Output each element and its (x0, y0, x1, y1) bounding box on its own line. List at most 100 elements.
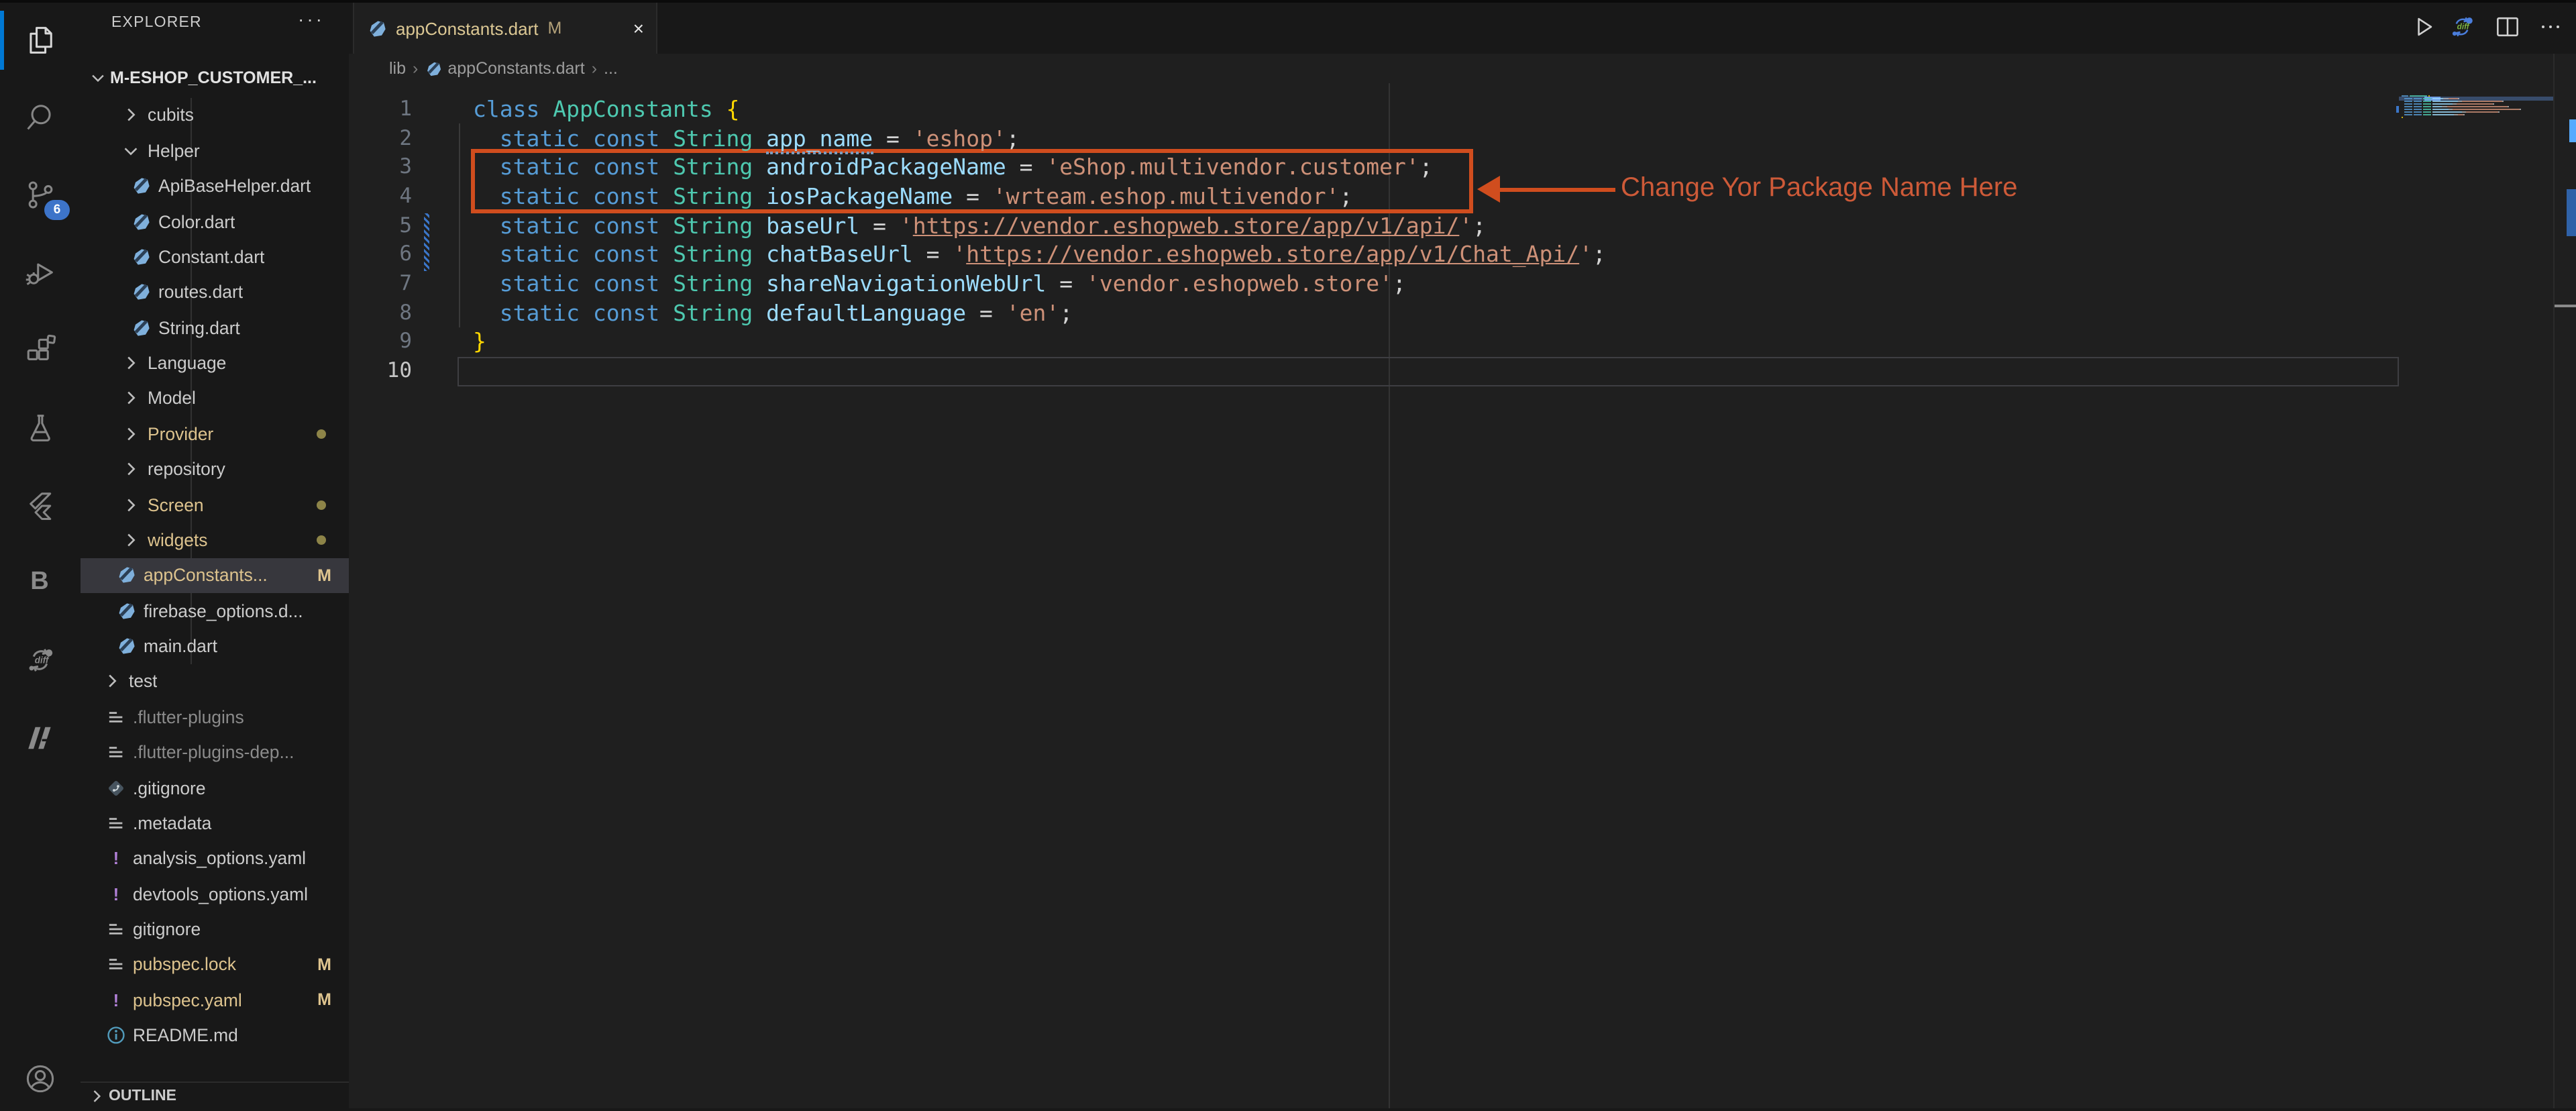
tree-file-gitignore[interactable]: gitignore (80, 912, 349, 947)
listfile-file-icon (106, 813, 126, 833)
tree-folder-model[interactable]: Model (80, 381, 349, 417)
project-marker-icon[interactable] (0, 706, 79, 770)
listfile-file-icon (106, 742, 126, 762)
line-number-8: 8 (349, 299, 412, 327)
tree-file-analysis-options-yaml[interactable]: !analysis_options.yaml (80, 841, 349, 876)
tree-folder-widgets[interactable]: widgets (80, 522, 349, 558)
tree-file-color-dart[interactable]: Color.dart (80, 204, 349, 240)
run-debug-icon[interactable] (0, 240, 79, 305)
code-line-9[interactable]: } (473, 328, 486, 357)
tree-file-constant-dart[interactable]: Constant.dart (80, 240, 349, 275)
chevron-down-icon (89, 68, 107, 87)
dart-file-icon (131, 247, 152, 267)
project-root-row[interactable]: M-ESHOP_CUSTOMER_... (80, 62, 349, 94)
tree-item-label: .gitignore (133, 778, 206, 798)
overview-selection-marker (2569, 119, 2576, 142)
git-modified-badge: M (317, 566, 331, 585)
bloc-icon[interactable]: B (0, 550, 79, 615)
code-line-3[interactable]: static const String androidPackageName =… (473, 153, 1433, 182)
code-line-4[interactable]: static const String iosPackageName = 'wr… (473, 182, 1352, 211)
more-actions-button[interactable] (2533, 9, 2568, 44)
code-line-1[interactable]: class AppConstants { (473, 95, 739, 124)
accounts-icon[interactable] (0, 1047, 79, 1111)
tree-item-label: Language (148, 353, 226, 373)
tree-folder-screen[interactable]: Screen (80, 487, 349, 523)
breadcrumb-folder[interactable]: lib (389, 59, 406, 78)
tab-appconstants[interactable]: appConstants.dart M × (353, 0, 657, 54)
tree-item-label: cubits (148, 105, 194, 125)
tree-item-label: test (129, 672, 158, 692)
tree-file-devtools-options-yaml[interactable]: ! devtools_options.yaml (80, 876, 349, 912)
close-icon[interactable]: × (633, 19, 644, 38)
search-icon[interactable] (0, 85, 79, 149)
tree-file-apibasehelper-dart[interactable]: ApiBaseHelper.dart (80, 168, 349, 204)
git-modified-dot (317, 500, 326, 509)
tree-item-label: .flutter-plugins (133, 707, 244, 727)
line-number-10: 10 (349, 357, 412, 386)
split-editor-button[interactable] (2490, 9, 2525, 44)
partial-diff-icon[interactable]: diff (0, 628, 79, 692)
tree-item-label: Provider (148, 424, 213, 444)
tree-folder-helper[interactable]: Helper (80, 133, 349, 168)
git-modified-dot (317, 429, 326, 439)
chevron-right-icon (121, 459, 141, 479)
chevron-right-icon (121, 530, 141, 550)
run-button[interactable] (2406, 9, 2440, 44)
tree-item-label: Helper (148, 141, 200, 161)
breadcrumb-symbol[interactable]: ... (604, 59, 618, 78)
code-line-5[interactable]: static const String baseUrl = 'https://v… (473, 211, 1486, 240)
tree-file--flutter-plugins[interactable]: .flutter-plugins (80, 699, 349, 735)
tree-item-label: Color.dart (158, 211, 235, 231)
dart-file-icon (117, 600, 137, 621)
tree-file-main-dart[interactable]: main.dart (80, 629, 349, 664)
annotation-text: Change Yor Package Name Here (1621, 173, 2018, 204)
dart-file-icon (131, 317, 152, 337)
code-editor[interactable]: Change Yor Package Name Here 1class AppC… (349, 83, 2576, 1108)
tab-git-badge: M (547, 19, 561, 38)
outline-section-header[interactable]: OUTLINE (80, 1081, 349, 1108)
breadcrumb-file[interactable]: appConstants.dart (447, 59, 584, 78)
tree-item-label: firebase_options.d... (144, 600, 303, 621)
explorer-icon[interactable] (0, 8, 79, 72)
partial-diff-button[interactable]: diff (2445, 9, 2479, 44)
explorer-title: EXPLORER (111, 15, 202, 31)
line-number-2: 2 (349, 124, 412, 153)
tree-file-firebase-options-d-[interactable]: firebase_options.d... (80, 593, 349, 629)
tree-file-pubspec-lock[interactable]: pubspec.lockM (80, 947, 349, 982)
tree-file--flutter-plugins-dep-[interactable]: .flutter-plugins-dep... (80, 735, 349, 770)
yaml-file-icon: ! (106, 884, 126, 904)
explorer-more-actions-button[interactable]: ··· (298, 8, 325, 30)
dart-file-icon (131, 211, 152, 231)
tree-file-pubspec-yaml[interactable]: !pubspec.yamlM (80, 982, 349, 1018)
extensions-icon[interactable] (0, 318, 79, 382)
line-number-4: 4 (349, 182, 412, 211)
source-control-icon[interactable]: 6 (0, 162, 79, 227)
code-line-8[interactable]: static const String defaultLanguage = 'e… (473, 299, 1073, 327)
tree-file-readme-md[interactable]: README.md (80, 1018, 349, 1053)
dart-file-icon (131, 176, 152, 196)
tree-folder-cubits[interactable]: cubits (80, 98, 349, 134)
tree-file-routes-dart[interactable]: routes.dart (80, 274, 349, 310)
tree-folder-repository[interactable]: repository (80, 452, 349, 487)
dart-file-icon (425, 60, 442, 77)
breadcrumb-separator: › (413, 59, 418, 78)
tree-file-appconstants-[interactable]: appConstants...M (80, 558, 349, 593)
tree-folder-language[interactable]: Language (80, 346, 349, 381)
code-line-2[interactable]: static const String app_name = 'eshop'; (473, 124, 1020, 153)
code-line-6[interactable]: static const String chatBaseUrl = 'https… (473, 241, 1606, 270)
tree-file--metadata[interactable]: .metadata (80, 805, 349, 841)
tree-folder-test[interactable]: test (80, 664, 349, 699)
tree-item-label: .metadata (133, 813, 211, 833)
tree-item-label: devtools_options.yaml (133, 884, 308, 904)
flutter-icon[interactable] (0, 474, 79, 538)
code-line-7[interactable]: static const String shareNavigationWebUr… (473, 270, 1406, 299)
tree-file--gitignore[interactable]: .gitignore (80, 770, 349, 806)
testing-icon[interactable] (0, 396, 79, 460)
overview-ruler[interactable] (2553, 54, 2576, 1108)
git-modified-dot (317, 535, 326, 545)
tree-folder-provider[interactable]: Provider (80, 416, 349, 452)
annotation-arrowhead-icon (1477, 176, 1500, 203)
chevron-down-icon (121, 141, 141, 161)
minimap[interactable] (2399, 83, 2553, 1108)
tree-file-string-dart[interactable]: String.dart (80, 310, 349, 346)
